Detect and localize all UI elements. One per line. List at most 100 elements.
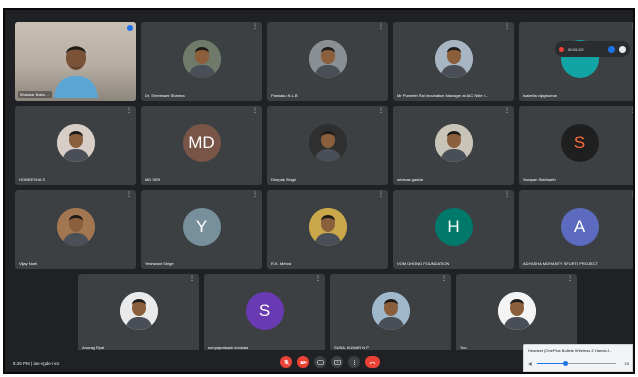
pin-options-icon[interactable]: ⋮: [441, 276, 447, 282]
profile-photo-image: [308, 39, 347, 78]
self-camera-feed: Bhaskar Babu ...: [15, 22, 136, 101]
pin-options-icon[interactable]: ⋮: [252, 192, 258, 198]
participant-initial-avatar: S: [245, 291, 284, 330]
participant-tile[interactable]: ⋮ R.K. Mehra: [267, 190, 388, 269]
participant-name: Yeshwant Sirige: [145, 261, 174, 266]
self-view-tile[interactable]: Bhaskar Babu ...: [15, 22, 136, 101]
volume-slider-handle[interactable]: [562, 361, 568, 366]
participant-photo-avatar: [56, 123, 95, 162]
participant-name: Mr Puneeth Rai Incubation Manager at AIC…: [397, 93, 489, 98]
avatar-initial: S: [258, 300, 271, 320]
avatar-initial: S: [573, 132, 586, 152]
audio-device-popup[interactable]: Headset (OnePlus Bullets Wireless Z Hand…: [523, 344, 633, 372]
participant-photo-avatar: [182, 39, 221, 78]
profile-photo-image: [434, 123, 473, 162]
participant-name: Vijay Noel: [19, 261, 37, 266]
profile-photo-image: [497, 291, 536, 330]
participant-name: Isabella vijaykumar: [523, 93, 558, 98]
pin-options-icon[interactable]: ⋮: [126, 108, 132, 114]
participant-photo-avatar: [371, 291, 410, 330]
present-button[interactable]: [331, 356, 343, 368]
participant-name: Deepak Singh: [271, 177, 297, 182]
participant-photo-avatar: [434, 123, 473, 162]
participant-tile[interactable]: ⋮ Dr. Shreekant Sharma: [141, 22, 262, 101]
participant-tile[interactable]: ⋮ Vijay Noel: [15, 190, 136, 269]
participant-initial-avatar: Y: [182, 207, 221, 246]
microphone-button[interactable]: [280, 356, 292, 368]
meeting-code: ian-vgde-ncs: [33, 361, 60, 366]
participant-initial-avatar: A: [560, 207, 599, 246]
more-options-button[interactable]: [348, 356, 360, 368]
participant-tile[interactable]: Y ⋮ Yeshwant Sirige: [141, 190, 262, 269]
profile-photo-image: [119, 291, 158, 330]
avatar-initial: MD: [188, 132, 215, 152]
more-vert-icon: [353, 359, 355, 365]
call-controls: [280, 356, 380, 368]
participant-tile[interactable]: H ⋮ VOM DHONO FOUNDATION: [393, 190, 514, 269]
pin-options-icon[interactable]: ⋮: [189, 276, 195, 282]
participant-tile[interactable]: ⋮ Deepak Singh: [267, 106, 388, 185]
participant-photo-avatar: [497, 291, 536, 330]
captions-button[interactable]: [314, 356, 326, 368]
participant-tile[interactable]: ⋮ You: [456, 274, 577, 353]
audio-device-name: Headset (OnePlus Bullets Wireless Z Hand…: [528, 348, 613, 353]
pin-options-icon[interactable]: ⋮: [378, 24, 384, 30]
participant-tile[interactable]: S ⋮ surryaprakash konkala: [204, 274, 325, 353]
pin-options-icon[interactable]: ⋮: [630, 192, 633, 198]
pin-options-icon[interactable]: ⋮: [504, 108, 510, 114]
recording-time: 00:51:02: [568, 46, 584, 52]
profile-photo-image: [434, 39, 473, 78]
pin-options-icon[interactable]: ⋮: [378, 108, 384, 114]
participant-tile[interactable]: ⋮ Mr Puneeth Rai Incubation Manager at AI…: [393, 22, 514, 101]
profile-photo-image: [308, 207, 347, 246]
pin-options-icon[interactable]: ⋮: [504, 24, 510, 30]
speaker-icon: [528, 361, 532, 367]
stop-recording-icon[interactable]: [608, 45, 615, 53]
participant-name: HONEESHA S: [19, 177, 46, 182]
participant-initial-avatar: H: [434, 207, 473, 246]
pin-options-icon[interactable]: ⋮: [126, 192, 132, 198]
camera-button[interactable]: [297, 356, 309, 368]
participant-tile[interactable]: ⋮ HONEESHA S: [15, 106, 136, 185]
recording-indicator[interactable]: 00:51:02: [555, 41, 630, 57]
pin-options-icon[interactable]: ⋮: [567, 276, 573, 282]
participant-tile[interactable]: ⋮ Anurag Ryal: [78, 274, 199, 353]
participant-photo-avatar: [308, 123, 347, 162]
pin-options-icon[interactable]: ⋮: [378, 192, 384, 198]
participant-tile[interactable]: MD ⋮ MD SIRI: [141, 106, 262, 185]
participant-tile[interactable]: S ⋮ Swapan Siddharth: [519, 106, 633, 185]
self-options-icon[interactable]: [127, 25, 133, 31]
volume-value: 24: [624, 361, 629, 366]
self-name: Bhaskar Babu ...: [18, 91, 52, 98]
pin-options-icon[interactable]: ⋮: [630, 108, 633, 114]
close-recording-icon[interactable]: [619, 45, 626, 53]
leave-call-button[interactable]: [365, 356, 380, 368]
participant-tile[interactable]: ⋮ Pankaku N.L.B: [267, 22, 388, 101]
meet-window: Bhaskar Babu ... ⋮ Dr. Shreekant Sharma ⋮ P…: [3, 8, 635, 374]
captions-icon: [316, 359, 324, 365]
hang-up-icon: [369, 361, 376, 364]
camera-off-icon: [299, 359, 307, 365]
participant-tile[interactable]: ⋮ SUNIL KUMAR N P: [330, 274, 451, 353]
profile-photo-image: [308, 123, 347, 162]
participant-tile[interactable]: ⋮ srinivas gadda: [393, 106, 514, 185]
participant-name: Dr. Shreekant Sharma: [145, 93, 185, 98]
participant-tile[interactable]: A ⋮ ADYASHA MOHANTY SFURTI PROJECT: [519, 190, 633, 269]
participant-photo-avatar: [119, 291, 158, 330]
participant-name: Swapan Siddharth: [523, 177, 556, 182]
pin-options-icon[interactable]: ⋮: [252, 108, 258, 114]
pin-options-icon[interactable]: ⋮: [315, 276, 321, 282]
participant-name: ADYASHA MOHANTY SFURTI PROJECT: [523, 261, 598, 266]
pin-options-icon[interactable]: ⋮: [630, 24, 633, 30]
participant-tile[interactable]: ⋮ Isabella vijaykumar: [519, 22, 633, 101]
participant-initial-avatar: S: [560, 123, 599, 162]
participant-name: VOM DHONO FOUNDATION: [397, 261, 450, 266]
participant-name: Pankaku N.L.B: [271, 93, 298, 98]
person-video-image: [53, 46, 98, 98]
pin-options-icon[interactable]: ⋮: [252, 24, 258, 30]
participant-initial-avatar: MD: [182, 123, 221, 162]
pin-options-icon[interactable]: ⋮: [504, 192, 510, 198]
clock-time: 8:26 PM: [13, 361, 30, 366]
participant-photo-avatar: [56, 207, 95, 246]
participant-name: srinivas gadda: [397, 177, 423, 182]
